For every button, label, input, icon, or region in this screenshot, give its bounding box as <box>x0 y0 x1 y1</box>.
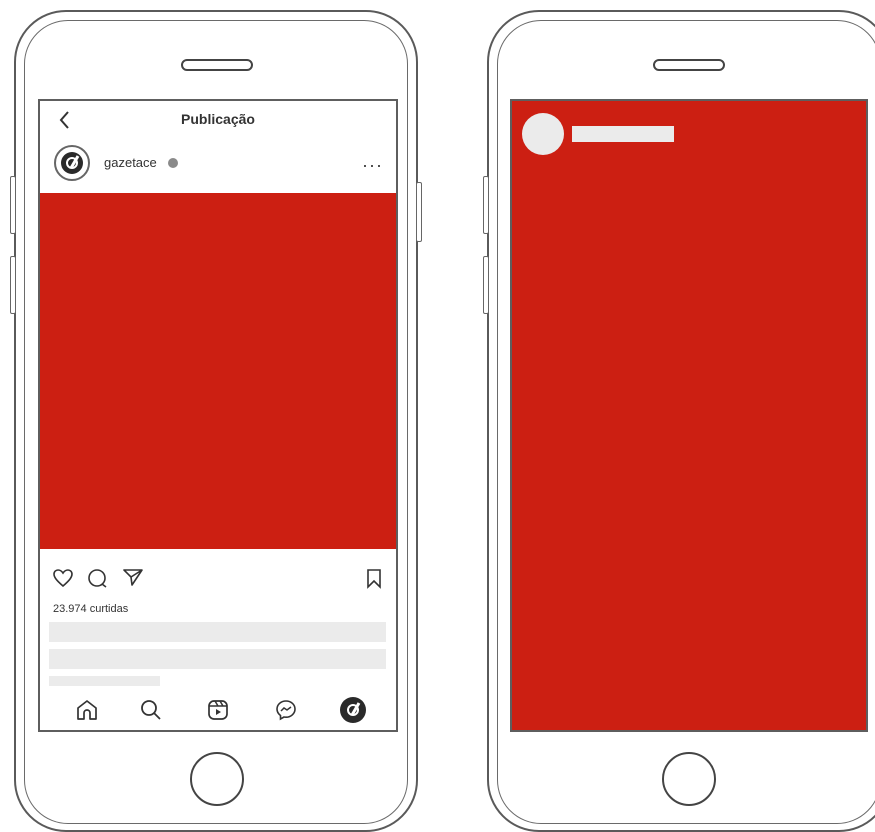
send-icon[interactable] <box>122 567 144 589</box>
left-phone-home-button[interactable] <box>190 752 244 806</box>
messenger-icon[interactable] <box>274 698 298 722</box>
comment-icon[interactable] <box>87 568 109 590</box>
reels-icon[interactable] <box>206 698 230 722</box>
text-placeholder-icon <box>572 126 674 142</box>
right-phone-screen <box>510 99 868 732</box>
left-phone-speaker <box>181 59 253 71</box>
caption-placeholder-2 <box>49 649 386 669</box>
likes-count: 23.974 curtidas <box>53 603 129 615</box>
caption-placeholder-1 <box>49 622 386 642</box>
right-phone-volume-up <box>483 176 489 234</box>
home-icon[interactable] <box>75 698 99 722</box>
search-icon[interactable] <box>139 698 163 722</box>
profile-icon[interactable] <box>340 697 366 723</box>
bookmark-icon[interactable] <box>365 568 383 590</box>
post-avatar[interactable] <box>54 145 90 181</box>
left-phone-power <box>416 182 422 242</box>
left-phone-volume-down <box>10 256 16 314</box>
avatar-placeholder-icon[interactable] <box>522 113 564 155</box>
verified-badge-icon <box>168 158 178 168</box>
page-title: Publicação <box>181 111 255 127</box>
left-phone-screen: Publicação gazetace ··· 23.974 curtidas <box>38 99 398 732</box>
right-phone-home-button[interactable] <box>662 752 716 806</box>
heart-icon[interactable] <box>52 568 74 588</box>
right-phone-speaker <box>653 59 725 71</box>
right-phone-volume-down <box>483 256 489 314</box>
left-phone-volume-up <box>10 176 16 234</box>
more-dots-icon[interactable]: ··· <box>362 156 383 174</box>
post-media[interactable] <box>40 193 396 549</box>
post-username[interactable]: gazetace <box>104 155 157 170</box>
caption-placeholder-3 <box>49 676 160 686</box>
